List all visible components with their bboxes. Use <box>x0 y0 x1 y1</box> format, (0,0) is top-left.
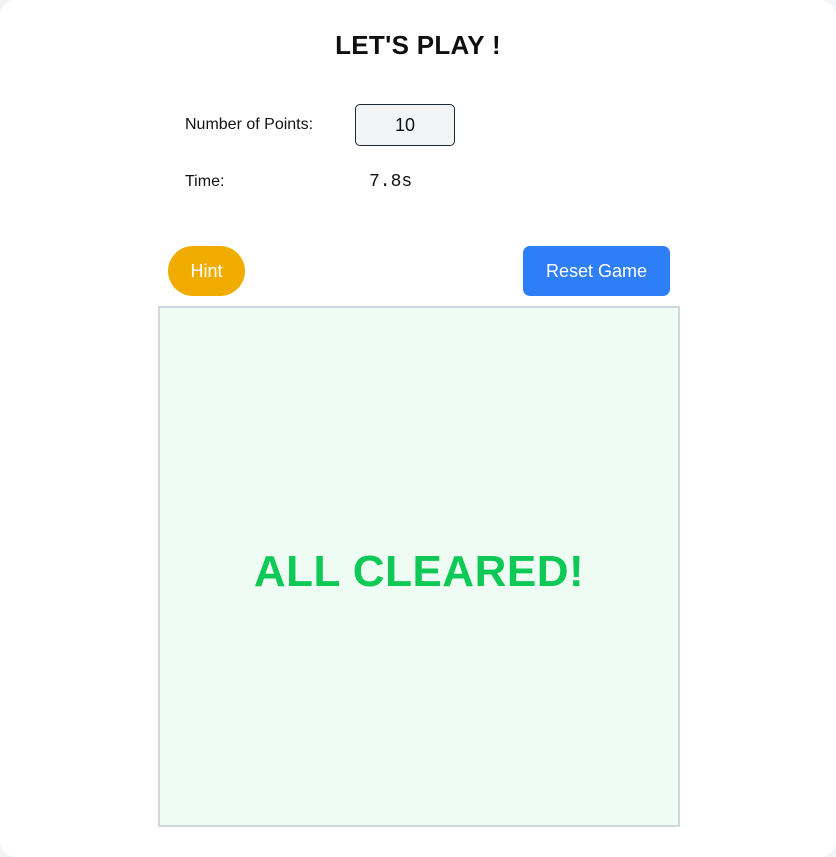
points-label: Number of Points: <box>185 116 314 133</box>
points-input[interactable] <box>355 104 455 146</box>
page-title: LET'S PLAY ! <box>335 30 501 60</box>
game-board[interactable]: ALL CLEARED! <box>158 306 680 827</box>
time-label: Time: <box>185 173 225 190</box>
reset-game-button[interactable]: Reset Game <box>523 246 670 296</box>
time-value: 7.8s <box>369 172 413 192</box>
all-cleared-message: ALL CLEARED! <box>253 546 585 596</box>
points-row: Number of Points: <box>185 104 455 146</box>
hint-button[interactable]: Hint <box>168 246 245 296</box>
time-row: Time: 7.8s <box>185 170 412 194</box>
game-page: LET'S PLAY ! Number of Points: Time: 7.8… <box>0 0 836 857</box>
